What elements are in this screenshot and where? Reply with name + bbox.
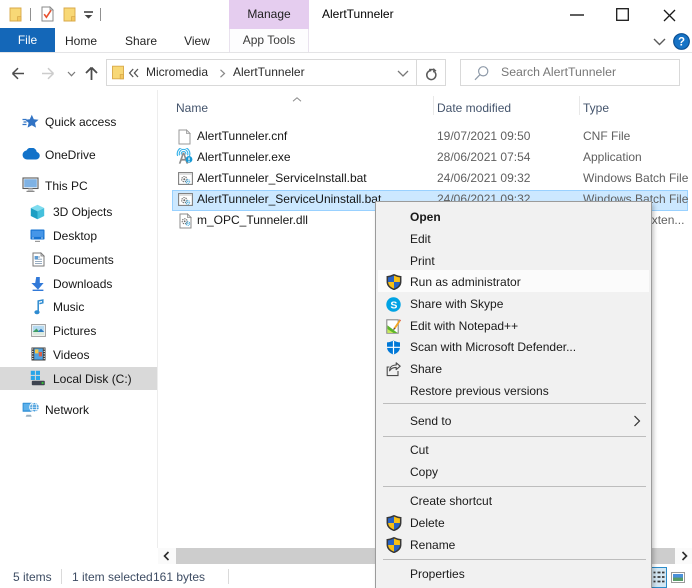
svg-text:?: ? <box>678 37 685 49</box>
svg-text:S: S <box>390 300 397 312</box>
